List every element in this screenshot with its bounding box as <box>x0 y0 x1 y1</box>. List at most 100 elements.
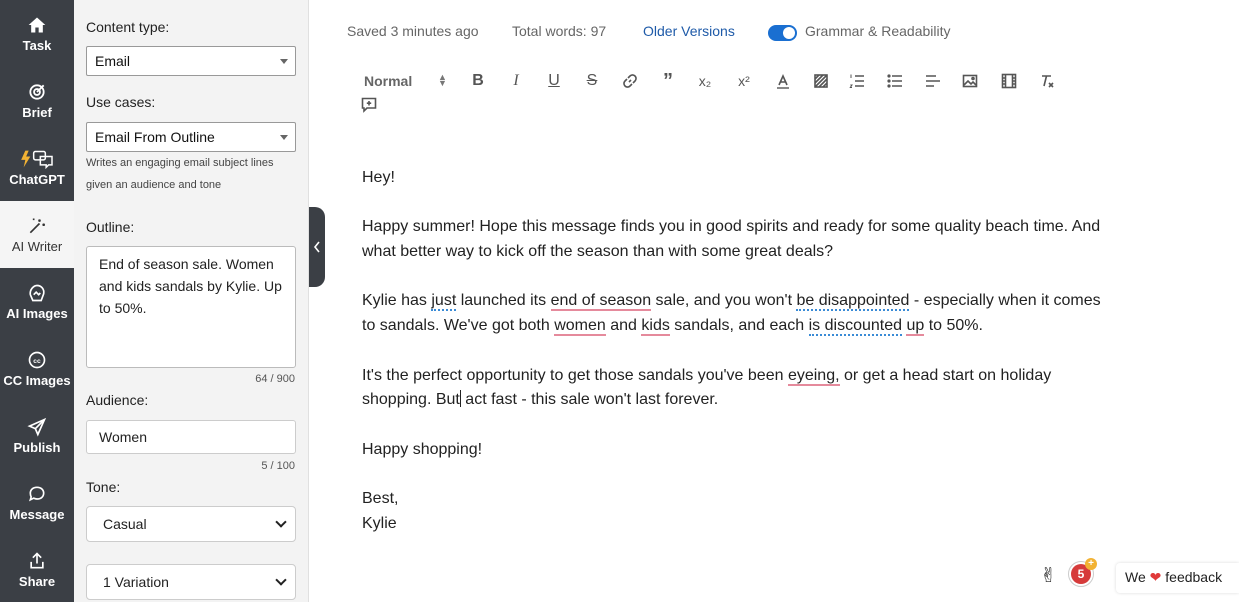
paragraph-1: Happy summer! Hope this message finds yo… <box>362 218 1101 261</box>
blockquote-button[interactable]: ” <box>659 70 677 92</box>
toggle-knob <box>783 27 795 39</box>
ordered-list-icon <box>849 74 864 88</box>
older-versions-link[interactable]: Older Versions <box>643 23 735 39</box>
background-color-button[interactable] <box>812 72 830 90</box>
spelling-suggestion[interactable]: up <box>906 317 925 337</box>
signoff-line: Best, <box>362 490 399 508</box>
rail-item-ai-writer[interactable]: AI Writer <box>0 201 74 268</box>
grammar-suggestion[interactable]: just <box>431 292 457 312</box>
caret-down-icon <box>280 59 288 64</box>
ordered-list-button[interactable] <box>848 72 866 90</box>
grammar-suggestion[interactable]: be disappointed <box>796 292 910 312</box>
paper-plane-icon <box>27 417 47 437</box>
rail-item-chatgpt[interactable]: ChatGPT <box>0 134 74 201</box>
rail-item-brief[interactable]: Brief <box>0 67 74 134</box>
format-select[interactable]: Normal <box>364 73 412 89</box>
settings-panel: Content type: Email Use cases: Email Fro… <box>74 0 309 602</box>
insert-image-button[interactable] <box>961 72 979 90</box>
rail-item-ai-images[interactable]: AI Images <box>0 268 74 335</box>
rail-item-task[interactable]: Task <box>0 0 74 67</box>
grammar-toggle[interactable] <box>768 25 797 41</box>
audience-label: Audience: <box>86 392 149 408</box>
text-span: It's the perfect opportunity to get thos… <box>362 366 788 384</box>
spelling-suggestion[interactable]: kids <box>641 317 670 337</box>
target-icon <box>29 83 45 100</box>
italic-button[interactable]: I <box>507 72 525 90</box>
grammar-suggestion[interactable]: is discounted <box>808 317 902 337</box>
plus-icon: + <box>1085 558 1097 570</box>
use-case-select[interactable]: Email From Outline <box>86 122 296 152</box>
peace-hand-icon[interactable]: ✌ <box>1040 563 1057 588</box>
svg-text:cc: cc <box>33 357 41 364</box>
rail-item-publish[interactable]: Publish <box>0 402 74 469</box>
paragraph-2: Kylie has just launched its end of seaso… <box>362 289 1102 338</box>
spelling-suggestion[interactable]: women <box>554 317 606 337</box>
caret-down-icon <box>280 135 288 140</box>
align-button[interactable] <box>924 72 942 90</box>
outline-label: Outline: <box>86 219 135 235</box>
link-icon <box>623 74 637 88</box>
closing-line: Happy shopping! <box>362 440 483 458</box>
underline-icon: U <box>548 72 560 89</box>
speech-bubble-icon <box>29 485 45 501</box>
rail-item-label: AI Images <box>6 305 68 321</box>
video-icon <box>1001 73 1017 89</box>
link-button[interactable] <box>621 72 639 90</box>
use-cases-label: Use cases: <box>86 94 156 110</box>
tone-select[interactable]: Casual <box>86 506 296 542</box>
share-icon <box>30 551 44 568</box>
variation-select[interactable]: 1 Variation <box>86 564 296 600</box>
signature-line: Kylie <box>362 514 397 532</box>
spelling-suggestion[interactable]: eyeing, <box>787 366 840 386</box>
rail-item-label: Message <box>9 506 65 522</box>
text-color-button[interactable] <box>774 72 792 90</box>
rail-item-label: Task <box>22 37 52 53</box>
strikethrough-button[interactable]: S <box>583 72 601 90</box>
align-left-icon <box>926 75 940 87</box>
subscript-button[interactable]: x₂ <box>696 72 714 90</box>
left-nav-rail: Task Brief ChatGPT AI Writer AI Images c… <box>0 0 74 602</box>
rail-item-message[interactable]: Message <box>0 469 74 536</box>
rail-item-label: CC Images <box>3 372 71 388</box>
rail-item-label: ChatGPT <box>9 171 65 187</box>
content-type-label: Content type: <box>86 19 170 35</box>
bullet-list-button[interactable] <box>886 72 904 90</box>
feedback-prefix: We <box>1125 569 1146 585</box>
text-span: launched its <box>456 292 551 310</box>
rail-item-label: Publish <box>13 439 61 455</box>
paragraph-3: It's the perfect opportunity to get thos… <box>362 364 1102 413</box>
underline-button[interactable]: U <box>545 72 563 90</box>
subscript-icon: x₂ <box>698 73 712 89</box>
superscript-icon: x² <box>738 73 750 89</box>
add-comment-button[interactable] <box>360 96 378 114</box>
notification-badge[interactable]: 5 + <box>1068 558 1097 587</box>
collapse-panel-button[interactable] <box>309 207 325 287</box>
rail-item-cc-images[interactable]: cc CC Images <box>0 335 74 402</box>
rail-item-share[interactable]: Share <box>0 536 74 602</box>
home-icon <box>28 17 46 32</box>
insert-video-button[interactable] <box>1000 72 1018 90</box>
feedback-button[interactable]: We ❤ feedback <box>1116 563 1239 593</box>
updown-arrows-icon: ▲ ▼ <box>438 72 447 88</box>
bold-button[interactable]: B <box>469 72 487 90</box>
audience-counter: 5 / 100 <box>261 460 295 472</box>
chat-bolt-icon <box>21 150 53 169</box>
use-case-value: Email From Outline <box>95 129 215 145</box>
image-icon <box>962 74 978 88</box>
chevron-left-icon <box>313 241 320 253</box>
chevron-down-icon <box>275 516 287 528</box>
clear-format-button[interactable] <box>1038 72 1056 90</box>
audience-input[interactable]: Women <box>86 420 296 454</box>
outline-textarea[interactable]: End of season sale. Women and kids sanda… <box>86 246 296 368</box>
rail-item-label: Share <box>18 573 56 589</box>
tone-label: Tone: <box>86 479 121 495</box>
editor-body[interactable]: Hey! Happy summer! Hope this message fin… <box>362 166 1102 536</box>
superscript-button[interactable]: x² <box>735 72 753 90</box>
variation-value: 1 Variation <box>103 574 169 590</box>
content-type-value: Email <box>95 53 131 69</box>
content-type-select[interactable]: Email <box>86 46 296 76</box>
magic-wand-icon <box>29 218 45 233</box>
text-span: and <box>605 317 642 335</box>
chevron-down-icon <box>275 574 287 586</box>
spelling-suggestion[interactable]: end of season <box>550 292 652 312</box>
